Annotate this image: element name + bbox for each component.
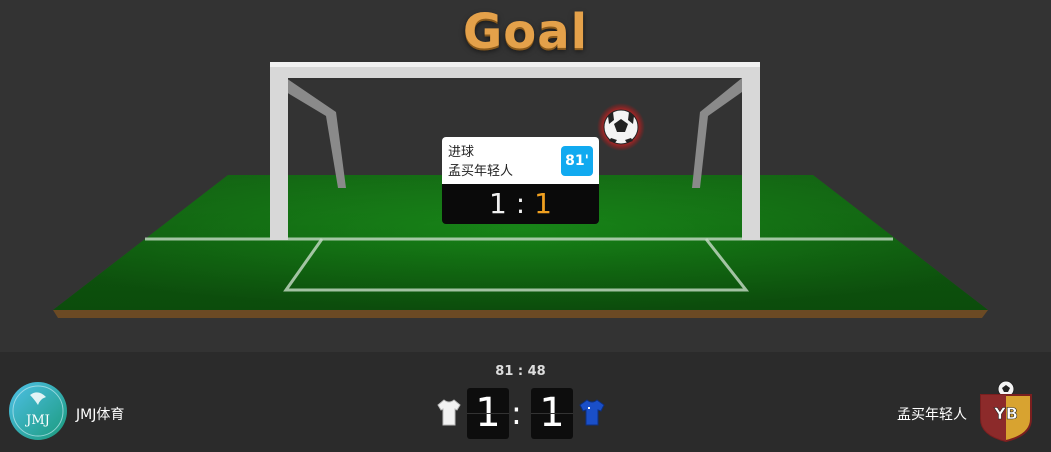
away-score: 1 (531, 388, 573, 439)
home-team-logo: JMJ (8, 381, 68, 445)
match-clock: 81 : 48 (495, 364, 546, 379)
scoreboard-bar: JMJ JMJ体育 81 : 48 1 : 1 孟买年轻人 YB (0, 352, 1051, 452)
popup-score: 1 : 1 (442, 184, 599, 224)
svg-text:JMJ: JMJ (24, 413, 50, 428)
home-score: 1 (467, 388, 509, 439)
goal-event-popup: 进球 孟买年轻人 81' 1 : 1 (442, 137, 599, 224)
popup-score-separator: : (515, 187, 526, 220)
popup-minute-badge: 81' (561, 146, 593, 176)
goal-animation-stage: Goal 进球 孟买年轻人 81' 1 : 1 (0, 0, 1051, 352)
away-team-logo: YB (975, 379, 1037, 447)
white-shirt-icon (436, 398, 462, 430)
soccer-ball-icon (597, 103, 645, 151)
home-team-name: JMJ体育 (76, 407, 125, 423)
score-separator: : (511, 394, 522, 432)
popup-away-score: 1 (534, 187, 552, 220)
goal-banner-title: Goal (462, 4, 589, 60)
popup-scoring-team: 孟买年轻人 (448, 164, 514, 179)
blue-shirt-icon (578, 398, 606, 430)
popup-home-score: 1 (489, 187, 507, 220)
svg-text:YB: YB (993, 404, 1018, 423)
popup-event-label: 进球 (448, 145, 475, 160)
away-team-name: 孟买年轻人 (897, 407, 967, 423)
